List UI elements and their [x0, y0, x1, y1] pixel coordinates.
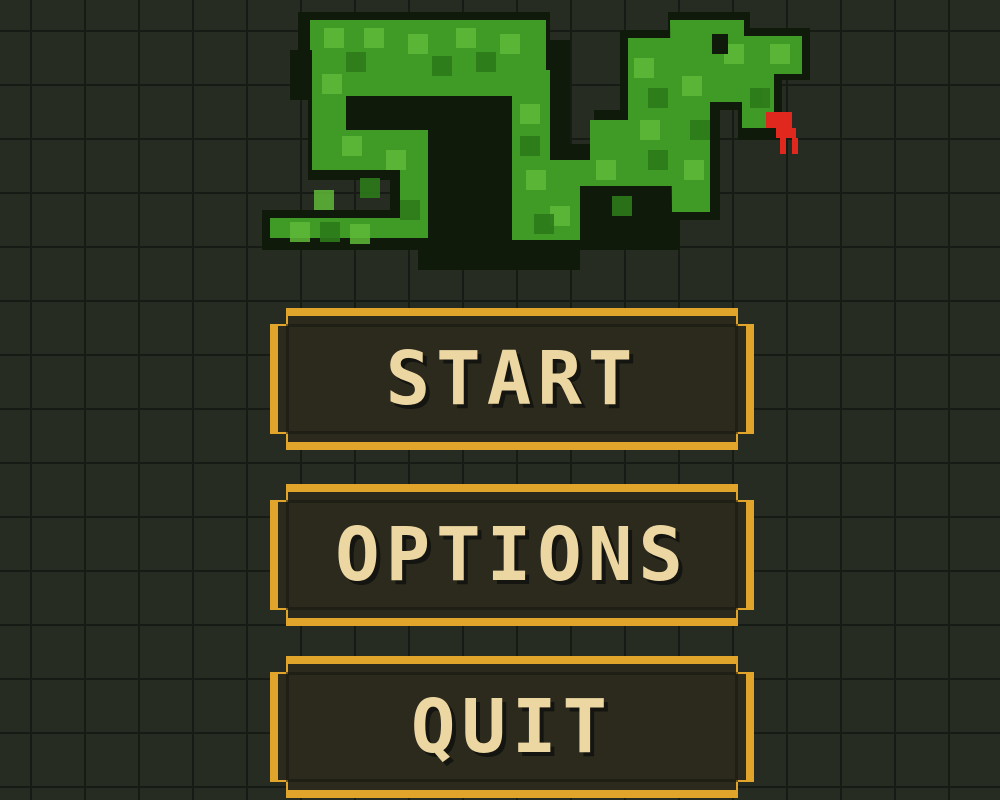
- options-button-label: OPTIONS: [335, 512, 689, 598]
- snake-logo-icon: [262, 12, 810, 270]
- quit-button[interactable]: QUIT: [270, 656, 754, 798]
- start-button-label: START: [385, 336, 639, 422]
- start-button[interactable]: START: [270, 308, 754, 450]
- quit-button-label: QUIT: [410, 684, 614, 770]
- options-button[interactable]: OPTIONS: [270, 484, 754, 626]
